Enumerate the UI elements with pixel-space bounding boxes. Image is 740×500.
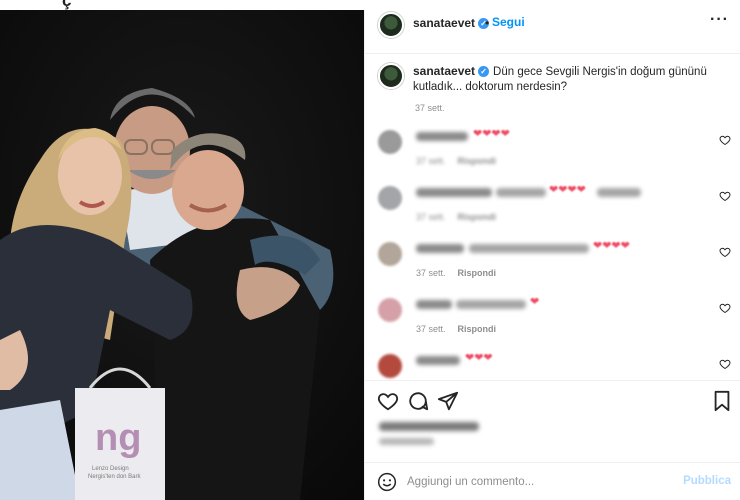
- reply-button[interactable]: Rispondi: [458, 268, 497, 278]
- reply-button[interactable]: Rispondi: [458, 324, 497, 334]
- comment-icon[interactable]: [407, 390, 429, 412]
- comment-emoji: ❤❤❤❤: [593, 240, 630, 252]
- comment-username-redacted: [416, 244, 464, 253]
- bag-logo: ng: [95, 417, 141, 459]
- comment-text-redacted: [456, 300, 526, 309]
- comment-avatar[interactable]: [378, 298, 402, 322]
- post-header: sanataevet ✓ • Segui ···: [365, 10, 740, 54]
- post-actions-bar: [365, 380, 740, 420]
- comment-like-heart-icon[interactable]: [719, 246, 731, 258]
- comment-text-redacted: [469, 244, 589, 253]
- comment-meta: 37 sett. Rispondi: [416, 212, 497, 222]
- comment-username-redacted: [416, 188, 492, 197]
- comment-username-redacted: [416, 300, 452, 309]
- caption-username[interactable]: sanataevet ✓: [413, 64, 490, 78]
- post-date-redacted: [379, 438, 434, 445]
- reply-button[interactable]: Rispondi: [458, 212, 497, 222]
- comment-meta: 37 sett. Rispondi: [416, 268, 497, 278]
- follow-button[interactable]: Segui: [492, 15, 525, 29]
- comment-emoji: ❤❤❤❤: [549, 184, 586, 196]
- comment-like-heart-icon[interactable]: [719, 134, 731, 146]
- comment-text-redacted: [496, 188, 546, 197]
- comment-like-heart-icon[interactable]: [719, 358, 731, 370]
- comment-emoji: ❤❤❤: [465, 352, 493, 364]
- comment-text-redacted: [597, 188, 641, 197]
- likes-count-redacted[interactable]: [379, 422, 479, 431]
- comment-item: ❤ 37 sett. Rispondi: [365, 296, 740, 346]
- bag-caption-2: Nergis'ten don Bark: [88, 474, 142, 480]
- comment-like-heart-icon[interactable]: [719, 302, 731, 314]
- verified-badge-icon: ✓: [478, 66, 490, 78]
- comment-username-redacted: [416, 132, 468, 141]
- comment-avatar[interactable]: [378, 242, 402, 266]
- comment-emoji: ❤❤❤❤: [473, 128, 510, 140]
- comment-emoji: ❤: [530, 296, 540, 308]
- reply-button[interactable]: Rispondi: [458, 156, 497, 166]
- caption-timestamp: 37 sett.: [415, 103, 445, 113]
- comment-avatar[interactable]: [378, 130, 402, 154]
- post-photo-illustration: ng Lenzo Design Nergis'ten don Bark: [0, 10, 364, 500]
- post-photo[interactable]: ng Lenzo Design Nergis'ten don Bark: [0, 10, 364, 500]
- like-heart-icon[interactable]: [377, 390, 399, 412]
- separator-dot: •: [485, 16, 490, 30]
- top-clip: ç: [0, 0, 740, 10]
- bag-caption-1: Lenzo Design: [92, 466, 129, 472]
- add-comment-bar: Pubblica: [365, 462, 740, 500]
- bookmark-icon[interactable]: [711, 390, 733, 412]
- comment-meta: 37 sett. Rispondi: [416, 156, 497, 166]
- comment-username-redacted: [416, 356, 460, 365]
- author-avatar[interactable]: [378, 12, 404, 38]
- comment-item: ❤❤❤❤ 37 sett. Rispondi: [365, 240, 740, 290]
- comment-like-heart-icon[interactable]: [719, 190, 731, 202]
- author-username[interactable]: sanataevet ✓: [413, 16, 490, 30]
- comment-avatar[interactable]: [378, 186, 402, 210]
- caption-text: sanataevet ✓ Dün gece Sevgili Nergis'in do…: [413, 64, 733, 95]
- comment-input[interactable]: [407, 471, 677, 493]
- comment-avatar[interactable]: [378, 354, 402, 378]
- publish-button[interactable]: Pubblica: [683, 475, 731, 487]
- comment-item: ❤❤❤❤ 37 sett. Rispondi: [365, 128, 740, 178]
- post-side-panel: sanataevet ✓ • Segui ··· sanataevet ✓ Dün g…: [364, 10, 740, 500]
- caption-avatar[interactable]: [378, 63, 404, 89]
- more-options-icon[interactable]: ···: [710, 11, 729, 29]
- comment-item: ❤❤❤❤ 37 sett. Rispondi: [365, 184, 740, 234]
- share-icon[interactable]: [437, 390, 459, 412]
- comment-item: ❤❤❤: [365, 352, 740, 380]
- smile-icon[interactable]: [377, 472, 397, 492]
- comment-meta: 37 sett. Rispondi: [416, 324, 497, 334]
